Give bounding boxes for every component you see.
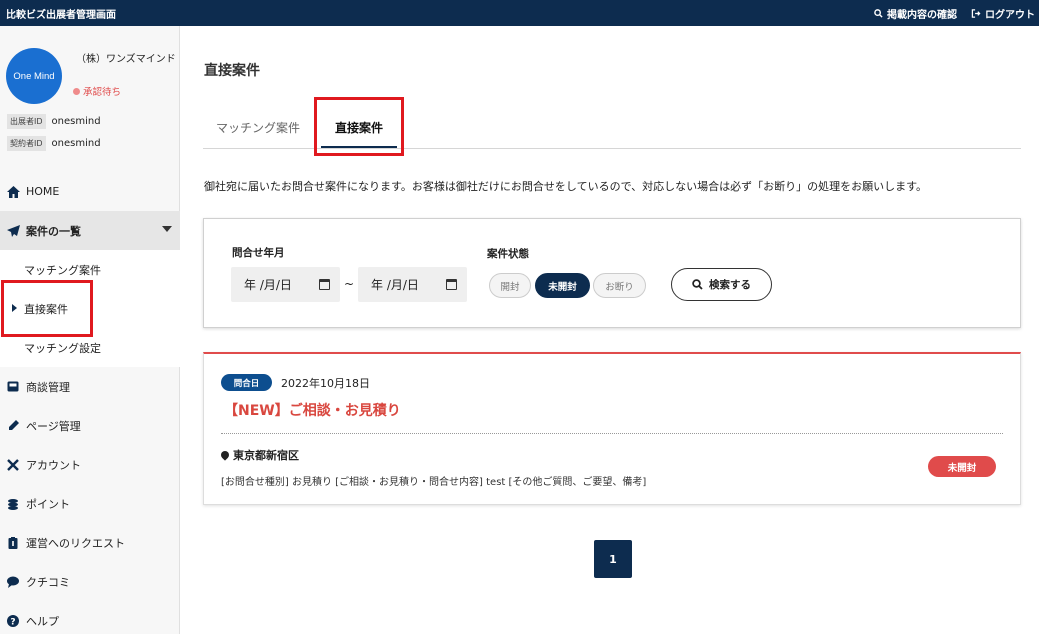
sidebar: One Mind （株）ワンズマインド 承認待ち 出展者ID onesmind … — [0, 26, 180, 634]
approval-status: 承認待ち — [73, 84, 121, 98]
date-from-value: 年 /月/日 — [244, 278, 292, 292]
search-panel: 問合せ年月 年 /月/日 ~ 年 /月/日 案件状態 開封 未開封 お断り 検索… — [203, 218, 1021, 328]
nav-points[interactable]: ポイント — [0, 484, 180, 523]
inquiry-date-value: 2022年10月18日 — [281, 377, 370, 390]
search-button-label: 検索する — [709, 279, 751, 291]
divider — [221, 433, 1003, 434]
chat-bubble-icon — [6, 575, 20, 589]
status-chip-opened[interactable]: 開封 — [489, 273, 531, 298]
contract-id-label: 契約者ID — [7, 136, 46, 151]
nav-cases[interactable]: 案件の一覧 — [0, 211, 180, 250]
company-name: （株）ワンズマインド — [76, 54, 176, 65]
search-icon — [692, 279, 703, 290]
nav-page-management[interactable]: ページ管理 — [0, 406, 180, 445]
contract-id-row: 契約者ID onesmind — [7, 136, 101, 151]
contract-id-value: onesmind — [51, 138, 101, 149]
case-location: 東京都新宿区 — [219, 447, 299, 463]
status-chip-declined[interactable]: お断り — [593, 273, 646, 298]
company-logo: One Mind — [6, 48, 62, 104]
pagination-page-1[interactable]: 1 — [594, 540, 632, 578]
top-links: 掲載内容の確認 ログアウト — [874, 6, 1035, 21]
page-description: 御社宛に届いたお問合せ案件になります。お客様は御社だけにお問合せをしているので、… — [204, 180, 928, 193]
date-filter-label: 問合せ年月 — [232, 247, 285, 259]
nav-reviews[interactable]: クチコミ — [0, 562, 180, 601]
svg-text:?: ? — [10, 617, 15, 627]
exhibitor-id-row: 出展者ID onesmind — [7, 114, 101, 129]
nav-matching-settings-label: マッチング設定 — [24, 341, 101, 355]
pencil-icon — [6, 419, 20, 433]
page-title: 直接案件 — [204, 63, 260, 79]
nav-negotiation-label: 商談管理 — [26, 380, 70, 394]
nav-help[interactable]: ? ヘルプ — [0, 601, 180, 640]
nav-reviews-label: クチコミ — [26, 575, 70, 589]
date-from-input[interactable]: 年 /月/日 — [231, 267, 340, 302]
logout-icon — [971, 9, 981, 18]
search-icon — [874, 9, 883, 18]
highlight-box-sidebar — [1, 280, 93, 337]
nav-matching-cases-label: マッチング案件 — [24, 263, 101, 277]
inbox-icon — [6, 380, 20, 394]
confirm-listing-label: 掲載内容の確認 — [887, 10, 957, 21]
chevron-down-icon — [162, 226, 172, 232]
search-button[interactable]: 検索する — [671, 268, 772, 301]
date-to-input[interactable]: 年 /月/日 — [358, 267, 467, 302]
logout-link[interactable]: ログアウト — [971, 6, 1035, 21]
map-pin-icon — [219, 449, 231, 461]
tab-matching-cases[interactable]: マッチング案件 — [216, 119, 300, 136]
inquiry-date-label: 問合日 — [221, 374, 272, 391]
home-icon — [6, 185, 20, 199]
coins-icon — [6, 497, 20, 511]
date-to-value: 年 /月/日 — [371, 278, 419, 292]
status-badge: 未開封 — [928, 456, 996, 477]
nav-home[interactable]: HOME — [0, 172, 180, 211]
status-chip-unopened[interactable]: 未開封 — [535, 273, 590, 298]
app-title: 比較ビズ出展者管理画面 — [6, 10, 116, 21]
help-icon: ? — [6, 614, 20, 628]
case-title[interactable]: 【NEW】ご相談・お見積り — [224, 400, 401, 420]
tools-icon — [6, 458, 20, 472]
calendar-icon[interactable] — [319, 279, 330, 290]
top-bar: 比較ビズ出展者管理画面 掲載内容の確認 ログアウト — [0, 0, 1039, 26]
calendar-icon[interactable] — [446, 279, 457, 290]
nav-negotiation[interactable]: 商談管理 — [0, 367, 180, 406]
nav-page-management-label: ページ管理 — [26, 419, 81, 433]
case-card[interactable]: 問合日 2022年10月18日 【NEW】ご相談・お見積り 東京都新宿区 [お問… — [203, 352, 1021, 505]
exhibitor-id-value: onesmind — [51, 116, 101, 127]
date-range-separator: ~ — [344, 277, 355, 291]
nav-points-label: ポイント — [26, 497, 70, 511]
case-info: [お問合せ種別] お見積り [ご相談・お見積り・問合せ内容] test [その他… — [221, 477, 647, 488]
status-filter-label: 案件状態 — [487, 248, 529, 260]
highlight-box-tab — [314, 97, 404, 156]
nav-request-label: 運営へのリクエスト — [26, 536, 125, 550]
nav-cases-label: 案件の一覧 — [26, 224, 81, 238]
nav-request[interactable]: 運営へのリクエスト — [0, 523, 180, 562]
approval-status-text: 承認待ち — [83, 87, 122, 98]
nav-account-label: アカウント — [26, 458, 81, 472]
logout-label: ログアウト — [985, 10, 1035, 21]
nav-home-label: HOME — [26, 185, 60, 198]
clipboard-icon — [6, 536, 20, 550]
nav-help-label: ヘルプ — [26, 614, 59, 628]
confirm-listing-link[interactable]: 掲載内容の確認 — [874, 6, 957, 21]
case-location-text: 東京都新宿区 — [233, 449, 299, 462]
exhibitor-id-label: 出展者ID — [7, 114, 46, 129]
main-content: 直接案件 マッチング案件 直接案件 御社宛に届いたお問合せ案件になります。お客様… — [181, 26, 1039, 634]
status-dot-icon — [73, 87, 80, 95]
paper-plane-icon — [6, 224, 20, 238]
nav-account[interactable]: アカウント — [0, 445, 180, 484]
